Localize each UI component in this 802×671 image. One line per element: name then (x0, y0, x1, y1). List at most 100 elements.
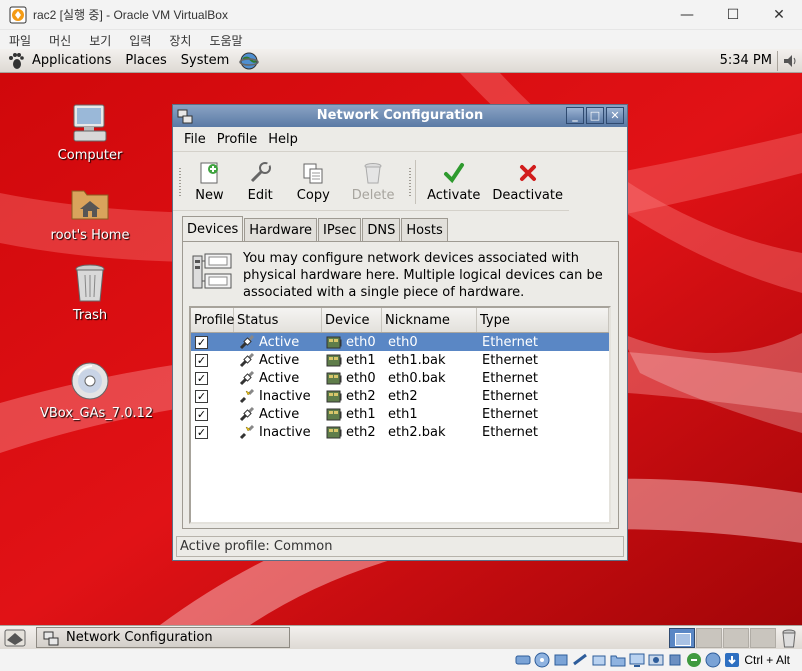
maximize-button[interactable]: ☐ (710, 0, 756, 30)
audio-icon[interactable] (553, 652, 569, 668)
workspace-1[interactable] (669, 628, 695, 648)
host-menu-file[interactable]: 파일 (9, 32, 31, 49)
copy-button[interactable]: Copy (291, 161, 336, 203)
workspace-2[interactable] (696, 628, 722, 648)
activate-button[interactable]: Activate (421, 161, 486, 203)
device-text: eth2 (346, 424, 376, 440)
profile-checkbox[interactable]: ✓ (195, 371, 208, 385)
toolbar-grip[interactable] (179, 168, 182, 196)
profile-checkbox[interactable]: ✓ (195, 425, 208, 439)
profile-checkbox[interactable]: ✓ (195, 353, 208, 367)
table-row[interactable]: ✓ Inactive eth2 eth2 Ethernet (191, 387, 609, 405)
column-nickname[interactable]: Nickname (382, 308, 477, 332)
column-device[interactable]: Device (322, 308, 382, 332)
new-button[interactable]: New (189, 161, 229, 203)
edit-icon (251, 161, 272, 183)
tab-dns[interactable]: DNS (362, 218, 401, 241)
host-menu-input[interactable]: 입력 (129, 32, 151, 49)
deactivate-button[interactable]: Deactivate (486, 161, 569, 203)
window-title-bar[interactable]: Network Configuration _ □ ✕ (173, 105, 627, 127)
window-minimize-button[interactable]: _ (566, 107, 584, 124)
shared-folders-icon[interactable] (610, 652, 626, 668)
desktop-icon-trash[interactable]: Trash (40, 261, 140, 323)
recording-icon[interactable] (648, 652, 664, 668)
menu-help[interactable]: Help (268, 132, 298, 147)
network-icon[interactable] (572, 652, 588, 668)
host-menu-help[interactable]: 도움말 (209, 32, 242, 49)
ethernet-card-icon (326, 390, 342, 403)
profile-checkbox[interactable]: ✓ (195, 407, 208, 421)
toolbar-grip[interactable] (408, 168, 411, 196)
close-button[interactable]: ✕ (756, 0, 802, 30)
type-cell: Ethernet (482, 424, 538, 440)
device-text: eth0 (346, 334, 376, 350)
host-menu-view[interactable]: 보기 (89, 32, 111, 49)
desktop-icon-label: VBox_GAs_7.0.12 (40, 406, 154, 421)
host-key-label: Ctrl + Alt (744, 653, 790, 667)
list-header: Profile Status Device Nickname Type (191, 308, 609, 333)
desktop-icon-cdrom[interactable]: VBox_GAs_7.0.12 (40, 359, 154, 421)
table-row[interactable]: ✓ Inactive eth2 eth2.bak Ethernet (191, 423, 609, 441)
menu-file[interactable]: File (184, 132, 206, 147)
column-type[interactable]: Type (477, 308, 609, 332)
menu-applications[interactable]: Applications (32, 53, 111, 68)
volume-icon[interactable] (782, 52, 798, 70)
status-cell: Active (235, 370, 323, 386)
toolbar: New Edit Copy Delete Activate Deactivate (173, 153, 569, 211)
window-close-button[interactable]: ✕ (606, 107, 624, 124)
table-row[interactable]: ✓ Active eth0 eth0 Ethernet (191, 333, 609, 351)
table-row[interactable]: ✓ Active eth1 eth1.bak Ethernet (191, 351, 609, 369)
device-cell: eth2 (323, 424, 385, 440)
column-profile[interactable]: Profile (191, 308, 234, 332)
status-text: Active (259, 334, 300, 350)
host-status-bar: Ctrl + Alt (0, 649, 802, 671)
menu-system[interactable]: System (181, 53, 229, 68)
desktop-icon-computer[interactable]: Computer (40, 101, 140, 163)
tab-hosts[interactable]: Hosts (401, 218, 448, 241)
tab-devices[interactable]: Devices (182, 216, 244, 242)
delete-label: Delete (351, 188, 395, 203)
workspace-3[interactable] (723, 628, 749, 648)
taskbar-network-configuration[interactable]: Network Configuration (36, 627, 290, 648)
info-text: You may configure network devices associ… (243, 251, 603, 300)
tab-hardware[interactable]: Hardware (244, 218, 317, 241)
devices-panel: You may configure network devices associ… (182, 241, 619, 529)
column-status[interactable]: Status (234, 308, 322, 332)
table-row[interactable]: ✓ Active eth1 eth1 Ethernet (191, 405, 609, 423)
active-status-icon (239, 370, 255, 386)
menu-profile[interactable]: Profile (217, 132, 257, 147)
profile-cell: ✓ (191, 335, 235, 349)
hard-disk-icon[interactable] (515, 652, 531, 668)
delete-icon (364, 163, 382, 184)
workspace-4[interactable] (750, 628, 776, 648)
usb-icon[interactable] (591, 652, 607, 668)
host-menu-devices[interactable]: 장치 (169, 32, 191, 49)
keyboard-icon[interactable] (705, 652, 721, 668)
window-maximize-button[interactable]: □ (586, 107, 604, 124)
delete-button[interactable]: Delete (346, 161, 401, 203)
gnome-foot-icon (9, 52, 24, 69)
cpu-icon[interactable] (667, 652, 683, 668)
down-arrow-icon[interactable] (724, 652, 740, 668)
profile-checkbox[interactable]: ✓ (195, 389, 208, 403)
type-cell: Ethernet (482, 370, 538, 386)
menu-places[interactable]: Places (125, 53, 166, 68)
profile-cell: ✓ (191, 389, 235, 403)
optical-drive-icon[interactable] (534, 652, 550, 668)
device-text: eth2 (346, 388, 376, 404)
minimize-button[interactable]: — (664, 0, 710, 30)
trash-applet-icon[interactable] (781, 628, 797, 648)
mouse-integration-icon[interactable] (686, 652, 702, 668)
show-desktop-icon[interactable] (4, 628, 26, 648)
host-menu-machine[interactable]: 머신 (49, 32, 71, 49)
table-row[interactable]: ✓ Active eth0 eth0.bak Ethernet (191, 369, 609, 387)
display-icon[interactable] (629, 652, 645, 668)
edit-button[interactable]: Edit (242, 161, 279, 203)
deactivate-label: Deactivate (492, 188, 563, 203)
desktop-icon-label: root's Home (50, 228, 130, 243)
profile-checkbox[interactable]: ✓ (195, 335, 208, 349)
desktop-icon-home[interactable]: root's Home (40, 181, 140, 243)
web-browser-launcher-icon[interactable] (239, 51, 259, 71)
tab-ipsec[interactable]: IPsec (318, 218, 362, 241)
clock[interactable]: 5:34 PM (720, 53, 772, 68)
